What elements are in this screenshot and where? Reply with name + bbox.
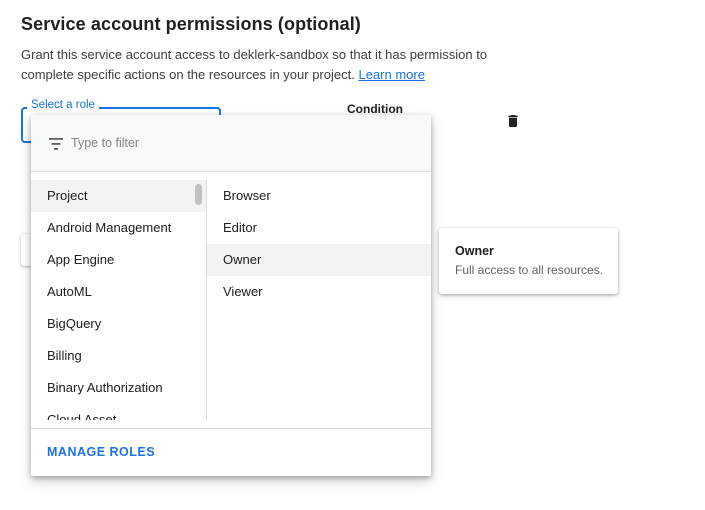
learn-more-link[interactable]: Learn more (358, 67, 424, 82)
category-item-project[interactable]: Project (31, 180, 206, 212)
filter-icon (49, 138, 63, 150)
section-description: Grant this service account access to dek… (21, 45, 521, 85)
category-scroll-thumb[interactable] (195, 184, 202, 205)
role-item-owner[interactable]: Owner (207, 244, 431, 276)
tooltip-description: Full access to all resources. (455, 263, 604, 277)
role-item-viewer[interactable]: Viewer (207, 276, 431, 308)
category-item-app-engine[interactable]: App Engine (31, 244, 206, 276)
role-list: Browser Editor Owner Viewer (207, 180, 431, 420)
filter-input[interactable] (71, 132, 411, 154)
category-item-binary-authorization[interactable]: Binary Authorization (31, 372, 206, 404)
tooltip-title: Owner (455, 244, 494, 258)
category-scrollbar[interactable] (192, 180, 206, 420)
category-item-automl[interactable]: AutoML (31, 276, 206, 308)
category-item-bigquery[interactable]: BigQuery (31, 308, 206, 340)
footer-divider (31, 428, 431, 429)
filter-bar (31, 115, 431, 172)
role-item-editor[interactable]: Editor (207, 212, 431, 244)
category-item-billing[interactable]: Billing (31, 340, 206, 372)
trash-icon[interactable] (505, 113, 521, 129)
category-list: Project Android Management App Engine Au… (31, 180, 206, 420)
manage-roles-button[interactable]: MANAGE ROLES (47, 445, 155, 459)
role-dropdown: Project Android Management App Engine Au… (31, 115, 431, 476)
category-item-cloud-asset[interactable]: Cloud Asset (31, 404, 206, 420)
category-item-android-management[interactable]: Android Management (31, 212, 206, 244)
role-select-label: Select a role (27, 99, 99, 111)
role-tooltip: Owner Full access to all resources. (439, 228, 618, 294)
section-title: Service account permissions (optional) (21, 14, 361, 34)
condition-label: Condition (347, 102, 403, 116)
role-item-browser[interactable]: Browser (207, 180, 431, 212)
